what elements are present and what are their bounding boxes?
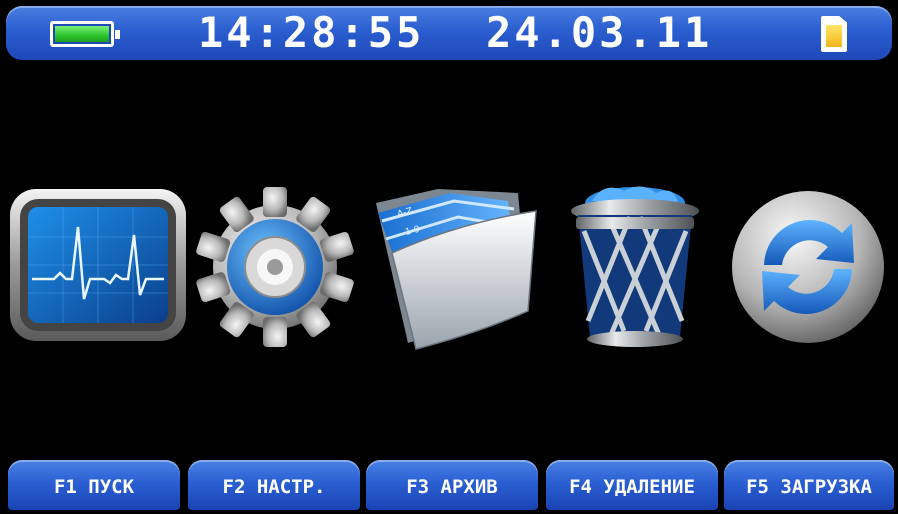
monitor-ecg-icon[interactable] — [8, 187, 188, 345]
clock-date: 24.03.11 — [486, 8, 713, 57]
sd-card-icon — [821, 16, 847, 52]
f4-delete-button[interactable]: F4 УДАЛЕНИЕ — [546, 460, 718, 510]
f1-start-button[interactable]: F1 ПУСК — [8, 460, 180, 510]
settings-gear-icon[interactable] — [193, 185, 357, 349]
clock-time: 14:28:55 — [198, 8, 425, 57]
f5-load-button[interactable]: F5 ЗАГРУЗКА — [724, 460, 894, 510]
trash-bin-icon[interactable] — [564, 181, 706, 353]
f2-settings-button[interactable]: F2 НАСТР. — [188, 460, 360, 510]
refresh-icon[interactable] — [724, 187, 892, 347]
archive-folder-icon[interactable]: A-Z 1-9 A-H — [368, 183, 544, 351]
function-key-bar: F1 ПУСК F2 НАСТР. F3 АРХИВ F4 УДАЛЕНИЕ F… — [8, 460, 894, 510]
f3-archive-button[interactable]: F3 АРХИВ — [366, 460, 538, 510]
status-bar: 14:28:55 24.03.11 — [6, 6, 892, 60]
battery-icon — [50, 21, 120, 47]
main-icon-row: A-Z 1-9 A-H — [0, 175, 898, 355]
